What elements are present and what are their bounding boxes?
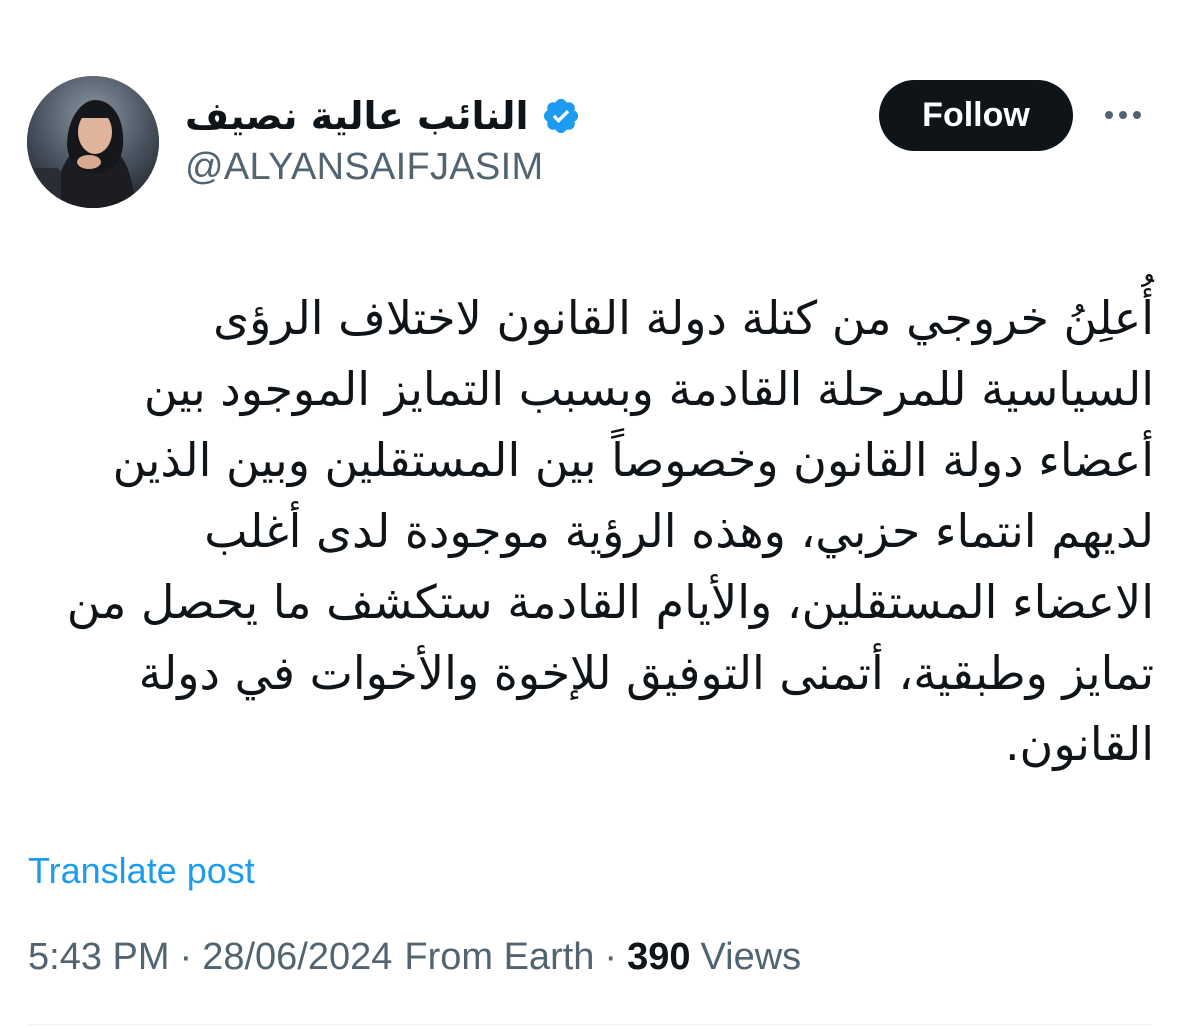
post-text-line: تمايز وطبقية، أتمنى التوفيق للإخوة والأخ…	[138, 646, 1154, 700]
follow-button[interactable]: Follow	[879, 80, 1073, 151]
post-metadata: 5:43 PM · 28/06/2024 From Earth · 390 Vi…	[28, 936, 801, 979]
more-dot	[1119, 111, 1127, 119]
author-display-name[interactable]: النائب عالية نصيف	[185, 94, 529, 138]
more-options-icon[interactable]	[1100, 100, 1146, 130]
translate-post-link[interactable]: Translate post	[28, 850, 255, 892]
avatar[interactable]	[27, 76, 159, 208]
tweet-card: النائب عالية نصيف @ALYANSAIFJASIM Follow…	[0, 0, 1179, 1029]
author-handle[interactable]: @ALYANSAIFJASIM	[185, 146, 543, 189]
views-count[interactable]: 390	[627, 936, 690, 979]
post-time[interactable]: 5:43 PM	[28, 936, 170, 979]
post-text-line: السياسية للمرحلة القادمة وبسبب التمايز ا…	[143, 362, 1154, 416]
post-text-line: أعضاء دولة القانون وخصوصاً بين المستقلين…	[112, 433, 1154, 487]
divider	[28, 1024, 1152, 1025]
more-dot	[1133, 111, 1141, 119]
meta-separator: ·	[179, 936, 193, 978]
author-name-row: النائب عالية نصيف	[185, 88, 585, 144]
post-text-line: لديهم انتماء حزبي، وهذه الرؤية موجودة لد…	[204, 504, 1154, 558]
post-source: From Earth	[404, 936, 595, 978]
views-label: Views	[700, 936, 802, 978]
meta-separator: ·	[604, 936, 618, 978]
more-dot	[1105, 111, 1113, 119]
post-text-line: أُعلِنُ خروجي من كتلة دولة القانون لاختل…	[213, 291, 1154, 345]
verified-badge-icon	[543, 98, 578, 134]
post-date[interactable]: 28/06/2024	[202, 936, 392, 979]
avatar-image	[27, 76, 159, 208]
post-text: أُعلِنُ خروجي من كتلة دولة القانون لاختل…	[30, 283, 1154, 780]
post-text-line: القانون.	[1004, 717, 1154, 771]
post-text-line: الاعضاء المستقلين، والأيام القادمة ستكشف…	[66, 575, 1154, 629]
